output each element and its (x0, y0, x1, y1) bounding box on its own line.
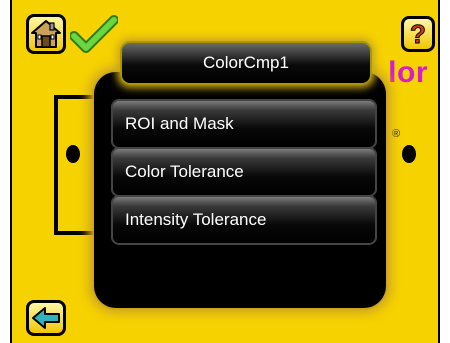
registered-mark: ® (392, 128, 401, 140)
menu-item-roi-and-mask[interactable]: ROI and Mask (111, 99, 377, 149)
frame-right-marker (402, 145, 416, 163)
back-arrow-icon (32, 307, 60, 329)
home-icon (31, 20, 61, 48)
checkmark-icon (70, 15, 118, 53)
frame-left-marker (66, 145, 80, 163)
menu-item-intensity-tolerance[interactable]: Intensity Tolerance (111, 195, 377, 245)
home-button[interactable] (26, 14, 66, 54)
menu-item-color-tolerance[interactable]: Color Tolerance (111, 147, 377, 197)
device-screen: lor ® ? ColorCmp1 ROI and Mask Color Tol… (10, 0, 440, 343)
help-button[interactable]: ? (401, 16, 435, 52)
back-button[interactable] (26, 300, 66, 336)
popup-title: ColorCmp1 (120, 41, 372, 85)
svg-text:?: ? (410, 19, 426, 49)
background-title: lor (388, 56, 428, 89)
help-question-icon: ? (410, 19, 427, 49)
